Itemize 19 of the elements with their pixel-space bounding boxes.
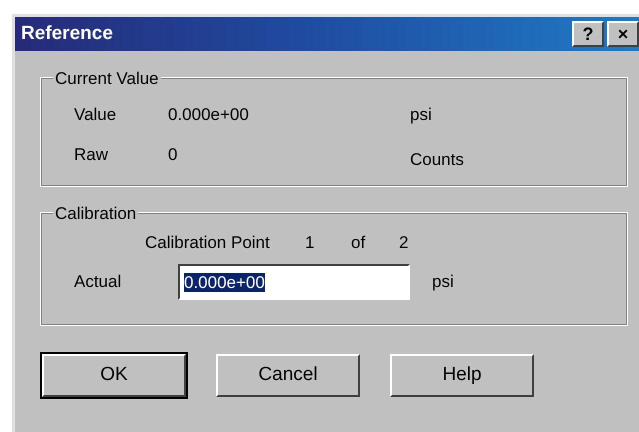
point-label: Calibration Point [145,232,271,254]
unit-label: Counts [410,148,464,170]
unit-label: psi [410,104,432,126]
point-number: 1 [305,232,316,254]
of-label: of [351,232,366,254]
point-total: 2 [399,232,408,254]
dialog-button[interactable]: Cancel [216,354,360,397]
field-label: Raw [74,144,110,166]
field-label: Value [74,104,118,126]
window-title: Reference [21,22,113,46]
help-button[interactable]: ? [572,21,604,47]
field-value: 0.000e+00 [168,104,250,126]
dialog-button[interactable]: OK [42,354,186,397]
close-button[interactable]: × [607,21,639,47]
field-value: 0 [168,144,178,166]
dialog-button[interactable]: Help [390,354,534,397]
actual-label: Actual [74,270,122,293]
actual-input[interactable]: 0.000e+00 [178,264,410,300]
unit-label: psi [432,270,454,293]
